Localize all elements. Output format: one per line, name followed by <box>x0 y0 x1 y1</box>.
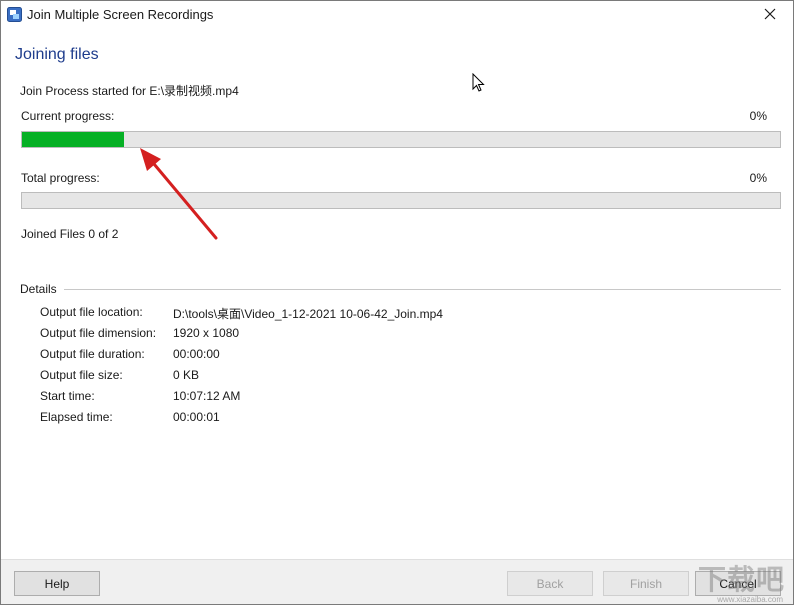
app-icon <box>7 7 22 22</box>
current-progress-bar <box>21 131 781 148</box>
page-title: Joining files <box>15 46 99 63</box>
watermark-logo: 下载吧 <box>697 564 785 595</box>
total-progress-label: Total progress: <box>21 171 100 185</box>
finish-button[interactable]: Finish <box>603 571 689 596</box>
detail-value: 10:07:12 AM <box>173 389 241 403</box>
detail-label: Output file duration: <box>40 347 145 361</box>
detail-value: 00:00:01 <box>173 410 220 424</box>
current-progress-label: Current progress: <box>21 109 115 123</box>
current-progress-percent: 0% <box>749 109 767 123</box>
close-button[interactable] <box>747 1 793 29</box>
back-button[interactable]: Back <box>507 571 593 596</box>
help-button[interactable]: Help <box>14 571 100 596</box>
details-header: Details <box>20 282 57 296</box>
mouse-cursor-icon <box>472 72 486 93</box>
joined-files-text: Joined Files 0 of 2 <box>21 227 119 241</box>
detail-value: 00:00:00 <box>173 347 220 361</box>
current-progress-fill <box>22 132 125 147</box>
detail-value: 1920 x 1080 <box>173 326 240 340</box>
close-icon <box>764 8 776 23</box>
detail-label: Output file dimension: <box>40 326 157 340</box>
detail-label: Start time: <box>40 389 95 403</box>
dialog-window: Join Multiple Screen Recordings Joining … <box>0 0 794 605</box>
total-progress-bar <box>21 192 781 209</box>
title-bar[interactable]: Join Multiple Screen Recordings <box>1 1 793 29</box>
total-progress-percent: 0% <box>749 171 767 185</box>
watermark-url: www.xiazaiba.com <box>717 595 783 604</box>
detail-label: Output file size: <box>40 368 123 382</box>
detail-value: D:\tools\桌面\Video_1-12-2021 10-06-42_Joi… <box>173 307 443 321</box>
detail-label: Output file location: <box>40 305 143 319</box>
footer-bar: Help Back Finish Cancel <box>1 559 793 604</box>
detail-value: 0 KB <box>173 368 200 382</box>
detail-label: Elapsed time: <box>40 410 113 424</box>
content-area: Joining files Join Process started for E… <box>1 29 793 559</box>
window-title: Join Multiple Screen Recordings <box>27 7 214 22</box>
details-divider <box>64 289 781 290</box>
process-status-text: Join Process started for E:\录制视频.mp4 <box>20 84 239 98</box>
